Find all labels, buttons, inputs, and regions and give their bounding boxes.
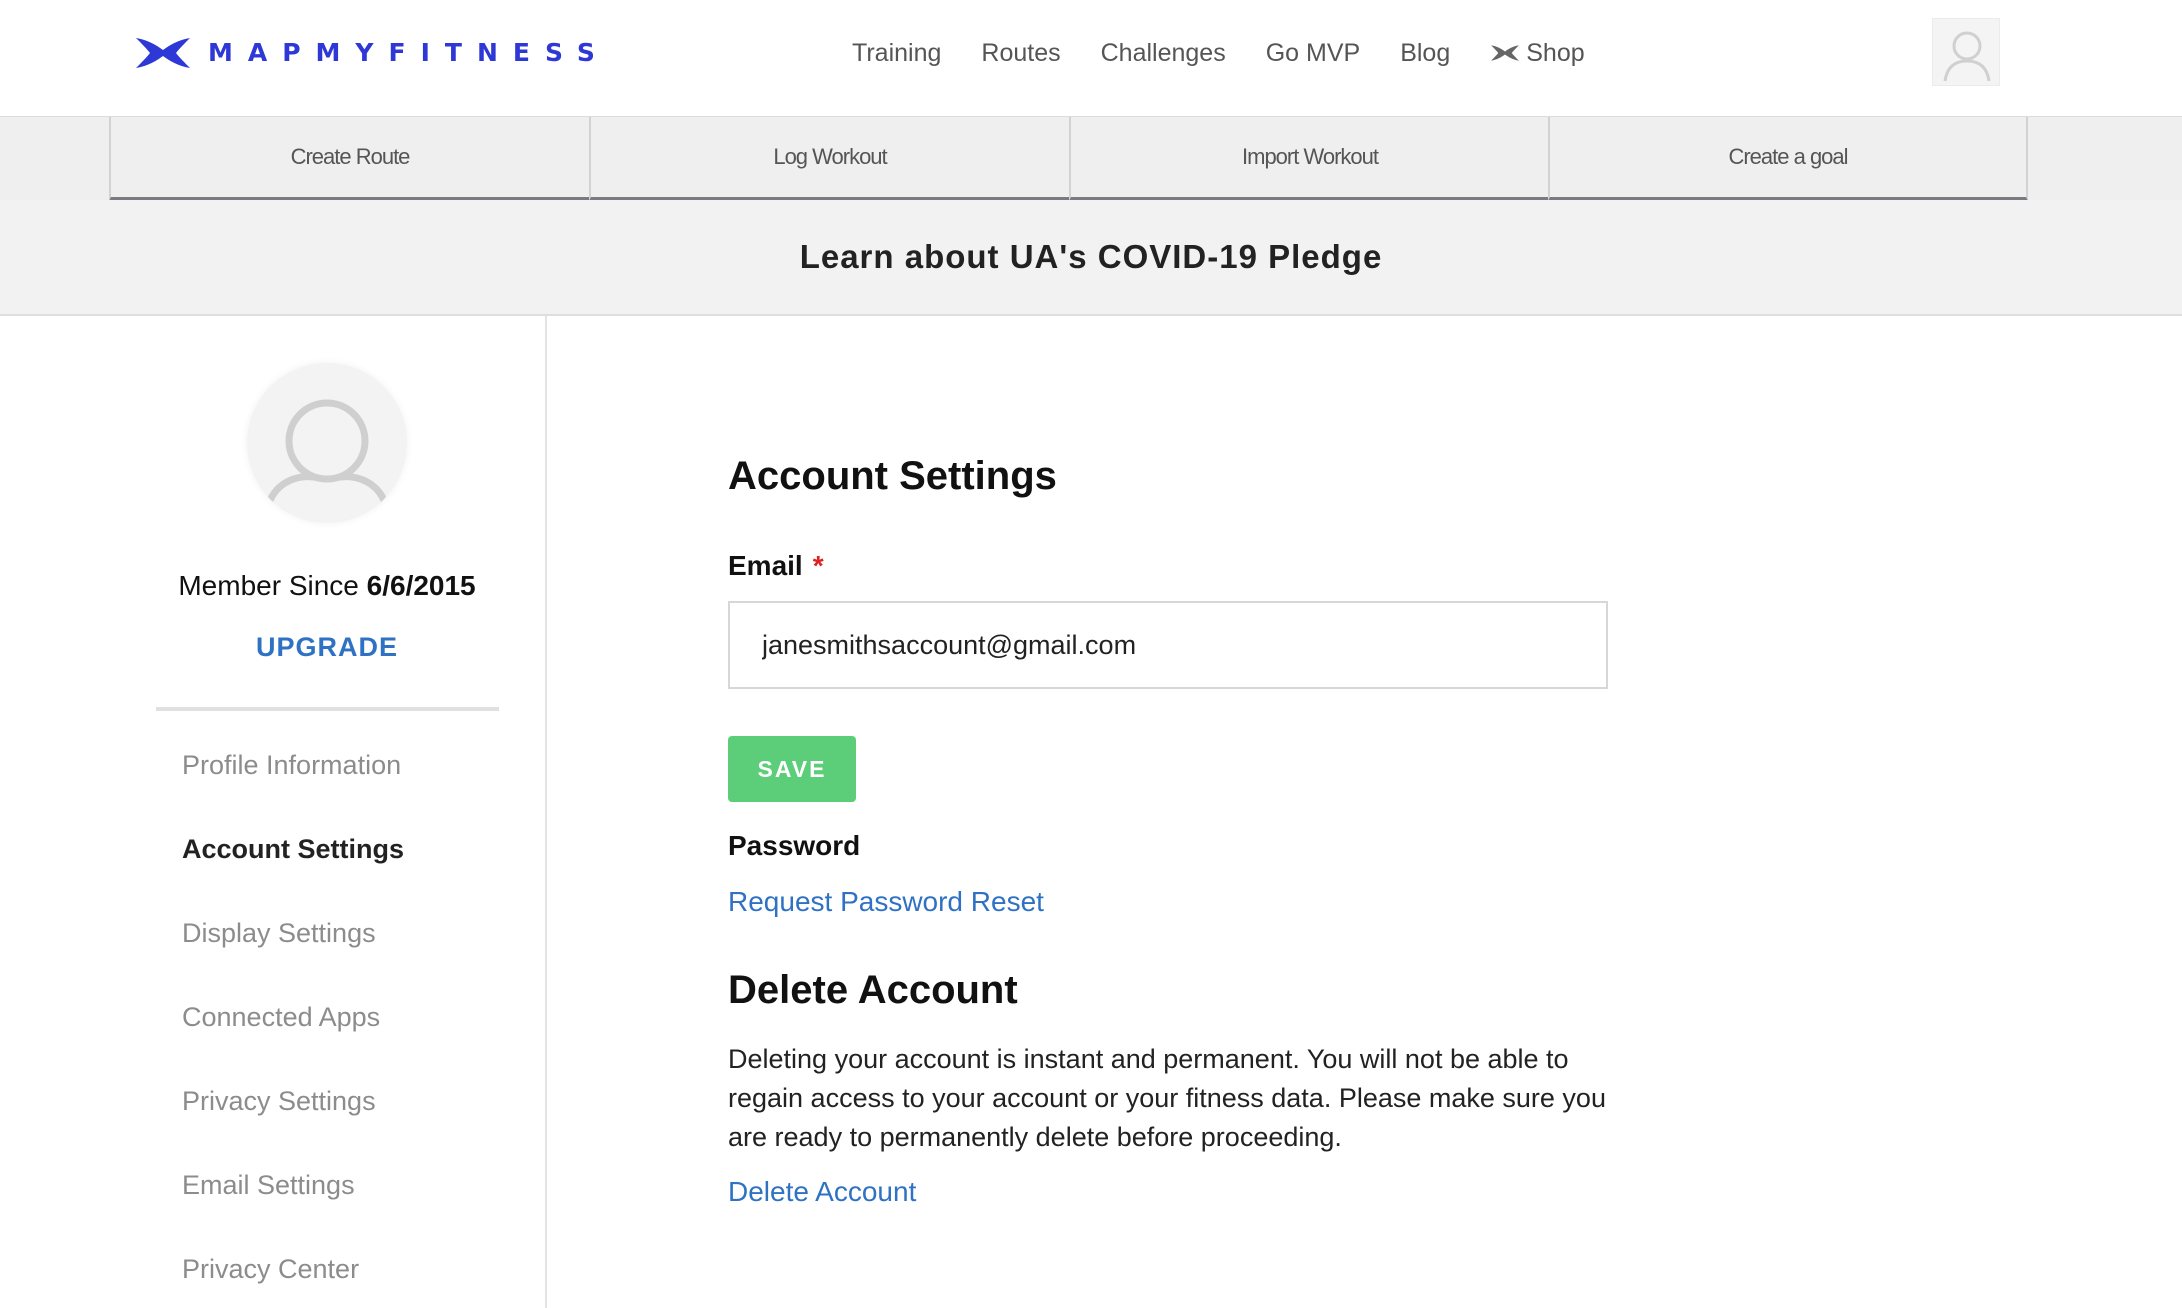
top-header: MAPMYFITNESS Training Routes Challenges …: [0, 0, 2182, 116]
sidebar-item-profile-information[interactable]: Profile Information: [182, 750, 401, 781]
create-route-button[interactable]: Create Route: [109, 117, 589, 201]
profile-avatar[interactable]: [247, 363, 407, 523]
under-armour-icon: [1491, 45, 1520, 61]
sidebar-divider: [156, 707, 499, 711]
nav-routes[interactable]: Routes: [981, 36, 1060, 70]
sidebar-item-email-settings[interactable]: Email Settings: [182, 1170, 355, 1201]
page-title: Account Settings: [728, 454, 1057, 498]
main-nav: Training Routes Challenges Go MVP Blog S…: [852, 36, 1625, 70]
quick-actions-bar: Create Route Log Workout Import Workout …: [0, 116, 2182, 201]
sidebar-item-account-settings[interactable]: Account Settings: [182, 834, 404, 865]
delete-account-description: Deleting your account is instant and per…: [728, 1044, 1606, 1152]
covid-pledge-banner[interactable]: Learn about UA's COVID-19 Pledge: [0, 200, 2182, 316]
sidebar-item-privacy-center[interactable]: Privacy Center: [182, 1254, 359, 1285]
account-settings-panel: Account Settings Email * SAVE Password Re…: [549, 316, 2182, 1308]
logo[interactable]: MAPMYFITNESS: [134, 36, 610, 70]
import-workout-button[interactable]: Import Workout: [1069, 117, 1549, 201]
under-armour-logo-icon: [136, 38, 190, 68]
password-label: Password: [728, 830, 861, 861]
request-password-reset-link[interactable]: Request Password Reset: [728, 886, 1044, 918]
log-workout-button[interactable]: Log Workout: [589, 117, 1069, 201]
sidebar-item-display-settings[interactable]: Display Settings: [182, 918, 376, 949]
create-goal-button[interactable]: Create a goal: [1548, 117, 2028, 201]
sidebar-item-connected-apps[interactable]: Connected Apps: [182, 1002, 380, 1033]
email-field[interactable]: [728, 601, 1608, 689]
member-since-date: 6/6/2015: [366, 570, 476, 601]
nav-shop[interactable]: Shop: [1490, 36, 1585, 70]
nav-training[interactable]: Training: [852, 36, 941, 70]
email-label: Email *: [728, 550, 824, 582]
save-button[interactable]: SAVE: [728, 736, 856, 802]
settings-sidebar: Member Since 6/6/2015 UPGRADE Profile In…: [0, 316, 547, 1308]
required-marker: *: [812, 550, 824, 581]
user-avatar-icon: [1943, 31, 1991, 82]
nav-blog[interactable]: Blog: [1400, 36, 1450, 70]
sidebar-item-privacy-settings[interactable]: Privacy Settings: [182, 1086, 376, 1117]
nav-challenges[interactable]: Challenges: [1101, 36, 1226, 70]
member-since-label: Member Since: [178, 570, 359, 601]
profile-avatar-icon: [265, 399, 389, 507]
logo-text: MAPMYFITNESS: [208, 38, 610, 67]
email-label-text: Email: [728, 550, 803, 581]
nav-go-mvp[interactable]: Go MVP: [1266, 36, 1360, 70]
delete-account-heading: Delete Account: [728, 968, 1018, 1012]
delete-account-link[interactable]: Delete Account: [728, 1176, 916, 1208]
user-avatar[interactable]: [1932, 18, 2000, 86]
nav-shop-label: Shop: [1526, 39, 1585, 67]
